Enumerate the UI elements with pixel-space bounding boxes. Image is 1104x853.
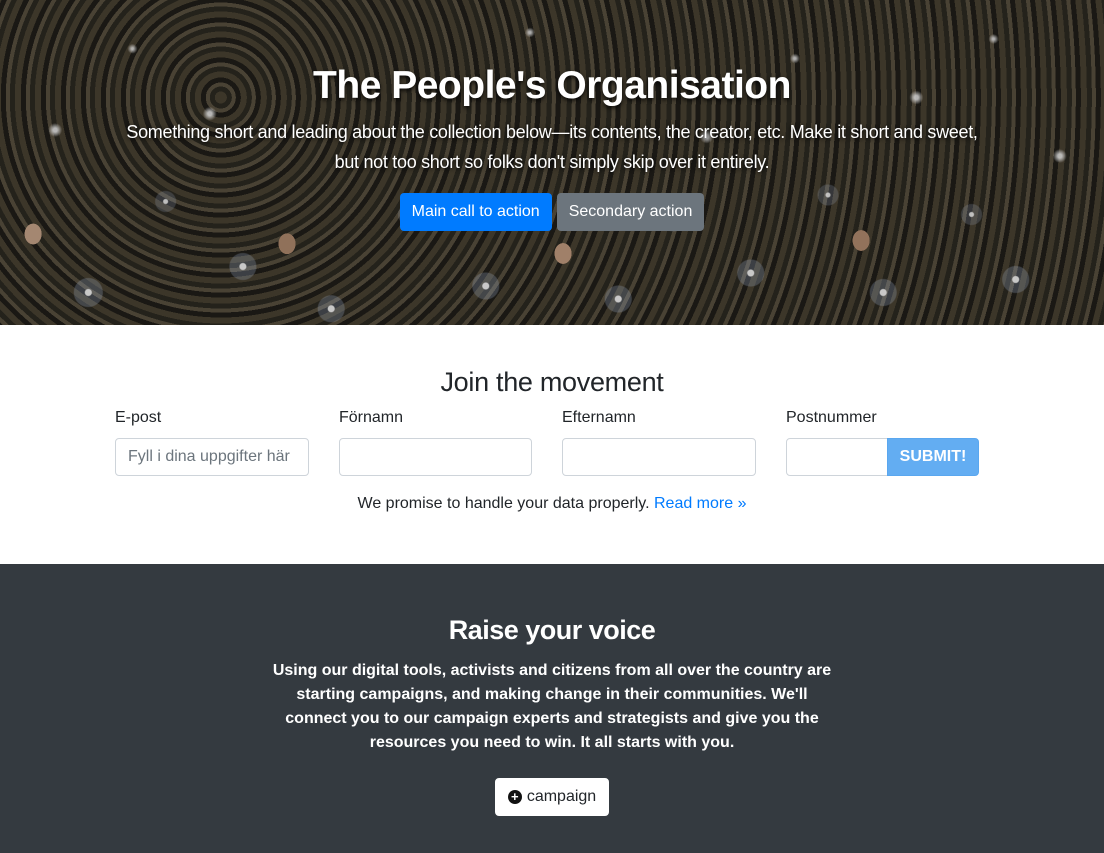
hero-lead-line-2: but not too short so folks don't simply … xyxy=(334,152,770,172)
first-name-label: Förnamn xyxy=(339,409,404,426)
hero-lead-line-1: Something short and leading about the co… xyxy=(126,122,978,142)
campaign-button[interactable]: + campaign xyxy=(494,778,610,816)
read-more-link[interactable]: Read more » xyxy=(654,495,747,512)
postal-code-field[interactable] xyxy=(786,438,888,476)
email-field[interactable] xyxy=(115,438,309,476)
submit-button[interactable]: SUBMIT! xyxy=(887,438,979,476)
hero-lead: Something short and leading about the co… xyxy=(87,117,1017,177)
hero-buttons: Main call to action Secondary action xyxy=(0,193,1104,231)
first-name-field[interactable] xyxy=(339,438,532,476)
main-call-to-action-button[interactable]: Main call to action xyxy=(399,193,552,231)
postal-code-label: Postnummer xyxy=(786,409,877,426)
plus-circle-icon: + xyxy=(507,790,522,804)
email-label: E-post xyxy=(115,409,162,426)
voice-text: Using our digital tools, activists and c… xyxy=(272,662,832,751)
hero-title: The People's Organisation xyxy=(313,64,791,107)
last-name-label: Efternamn xyxy=(562,409,636,426)
email-field-group: E-post xyxy=(115,406,309,476)
voice-title: Raise your voice xyxy=(448,615,656,645)
secondary-action-button[interactable]: Secondary action xyxy=(556,193,705,231)
postal-code-field-group: Postnummer xyxy=(786,406,888,476)
campaign-button-label: campaign xyxy=(526,788,597,805)
last-name-field-group: Efternamn xyxy=(562,406,756,476)
privacy-note: We promise to handle your data properly.… xyxy=(0,495,1104,513)
hero-section: The People's Organisation Something shor… xyxy=(0,0,1104,325)
privacy-text: We promise to handle your data properly. xyxy=(357,495,650,512)
join-title: Join the movement xyxy=(440,367,664,397)
raise-voice-section: Raise your voice Using our digital tools… xyxy=(0,564,1104,853)
join-section: Join the movement E-post Förnamn Efterna… xyxy=(0,325,1104,564)
last-name-field[interactable] xyxy=(562,438,756,476)
first-name-field-group: Förnamn xyxy=(339,406,532,476)
